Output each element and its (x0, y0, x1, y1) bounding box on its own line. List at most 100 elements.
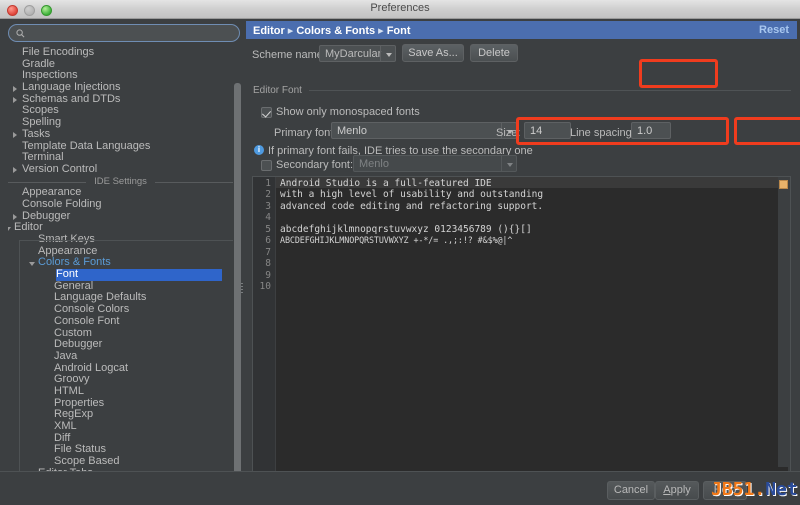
chevron-right-icon[interactable] (13, 97, 17, 104)
sidebar-item-console-folding[interactable]: Console Folding (8, 197, 233, 211)
sidebar-item-android-logcat[interactable]: Android Logcat (8, 362, 233, 375)
sidebar-item-label: Template Data Languages (22, 139, 151, 152)
sidebar-item-label: Language Injections (22, 81, 121, 94)
watermark-part2: Net (765, 479, 798, 500)
sidebar-item-font[interactable]: Font (56, 268, 222, 281)
chevron-right-icon[interactable] (13, 214, 17, 221)
sidebar-item-xml[interactable]: XML (8, 420, 233, 433)
sidebar-item-tasks[interactable]: Tasks (8, 127, 233, 141)
line-spacing-input[interactable]: 1.0 (631, 122, 671, 139)
window-titlebar: Preferences (0, 0, 800, 19)
sidebar-item-diff[interactable]: Diff (8, 432, 233, 445)
dialog-footer: Cancel Apply Help (0, 471, 800, 505)
marker-chip-icon[interactable] (779, 180, 788, 189)
line-number: 9 (265, 269, 271, 281)
font-size-input[interactable]: 14 (524, 122, 571, 139)
preview-line: abcdefghijklmnopqrstuvwxyz 0123456789 ()… (280, 223, 532, 235)
watermark-part1: JB51. (711, 479, 766, 500)
sidebar-item-colors-fonts[interactable]: Colors & Fonts (8, 257, 233, 269)
watermark: JB51.Net (711, 479, 798, 500)
scheme-dropdown-button[interactable] (380, 46, 395, 61)
group-divider (309, 90, 791, 91)
sidebar-item-scope-based[interactable]: Scope Based (8, 455, 233, 468)
sidebar-item-label: Terminal (22, 151, 64, 164)
chevron-right-icon[interactable] (13, 167, 17, 174)
show-monospaced-checkbox[interactable] (261, 107, 272, 118)
sidebar-item-properties[interactable]: Properties (8, 396, 233, 410)
sidebar-item-label: Version Control (22, 162, 98, 175)
preview-line: Android Studio is a full-featured IDE (280, 177, 492, 189)
secondary-font-checkbox[interactable] (261, 160, 272, 171)
primary-font-combobox[interactable]: Menlo (331, 122, 517, 139)
breadcrumb-crumb[interactable]: Editor (253, 25, 285, 37)
secondary-font-combobox[interactable]: Menlo (353, 155, 517, 172)
sidebar-item-console-colors[interactable]: Console Colors (8, 303, 233, 316)
sidebar-item-label: Java (54, 349, 78, 362)
sidebar-item-file-status[interactable]: File Status (8, 444, 233, 456)
tree-group-label: IDE Settings (89, 175, 152, 187)
sidebar-item-label: Inspections (22, 69, 78, 82)
line-number-gutter: 1 2 3 4 5 6 7 8 9 10 (253, 177, 275, 471)
sidebar-item-label: Scope Based (54, 455, 120, 468)
save-as-button[interactable]: Save As... (402, 44, 464, 62)
sidebar-item-custom[interactable]: Custom (8, 326, 233, 340)
annotation-box-save-as (639, 59, 718, 88)
sidebar-item-html[interactable]: HTML (8, 385, 233, 398)
line-spacing-value: 1.0 (637, 125, 653, 137)
sidebar-item-console-font[interactable]: Console Font (8, 315, 233, 328)
chevron-down-icon (386, 53, 392, 57)
sidebar-item-language-injections[interactable]: Language Injections (8, 81, 233, 94)
sidebar-item-label: Custom (54, 326, 92, 339)
sidebar-item-regexp[interactable]: RegExp (8, 408, 233, 421)
sidebar-item-label: General (54, 279, 94, 292)
sidebar-item-label: Scopes (22, 104, 59, 117)
search-box[interactable] (8, 24, 240, 42)
breadcrumb-crumb[interactable]: Font (387, 25, 411, 37)
breadcrumb-separator-icon: ▸ (287, 25, 294, 37)
cancel-button[interactable]: Cancel (607, 481, 655, 500)
breadcrumb-separator-icon: ▸ (378, 25, 384, 37)
sidebar-item-label: RegExp (54, 408, 94, 421)
sidebar-item-label: Console Folding (22, 197, 102, 210)
search-input[interactable] (30, 27, 230, 41)
search-icon (16, 29, 25, 38)
preview-line: advanced code editing and refactoring su… (280, 200, 544, 212)
sidebar-item-version-control[interactable]: Version Control (8, 162, 233, 176)
secondary-font-dropdown-button[interactable] (501, 156, 516, 171)
sidebar-item-smart-keys[interactable]: Smart Keys (8, 233, 233, 246)
font-preview-editor[interactable]: 1 2 3 4 5 6 7 8 9 10 Android Studio is a full-fea… (252, 176, 791, 472)
breadcrumb-crumb[interactable]: Colors & Fonts (296, 25, 375, 37)
settings-tree[interactable]: File Encodings Gradle Inspections Language … (8, 47, 233, 487)
sidebar-item-label: Debugger (54, 338, 103, 351)
sidebar-item-file-encodings[interactable]: File Encodings (8, 47, 233, 59)
sidebar-item-label: Debugger (22, 209, 71, 222)
info-icon: i (254, 145, 264, 155)
scheme-name-combobox[interactable]: MyDarcular (319, 45, 396, 62)
reset-link[interactable]: Reset (759, 24, 789, 36)
preview-line: with a high level of usability and outst… (280, 189, 544, 200)
sidebar-item-label: Properties (54, 396, 105, 409)
sidebar-item-label: File Encodings (22, 47, 95, 58)
settings-tree-group-ide: Appearance Console Folding Debugger Editor S… (8, 186, 233, 479)
marker-gutter[interactable] (778, 177, 790, 471)
sidebar-scrollbar-thumb[interactable] (234, 83, 241, 483)
chevron-right-icon[interactable] (13, 85, 17, 92)
chevron-down-icon[interactable] (8, 226, 11, 231)
apply-button[interactable]: Apply (655, 481, 699, 500)
line-number: 4 (265, 212, 271, 223)
sidebar-item-java[interactable]: Java (8, 349, 233, 363)
show-monospaced-label[interactable]: Show only monospaced fonts (276, 106, 420, 118)
primary-font-label: Primary font: (274, 127, 337, 139)
primary-font-value: Menlo (337, 125, 367, 137)
sidebar-item-label: Tasks (22, 127, 51, 140)
chevron-down-icon[interactable] (29, 261, 35, 266)
delete-button[interactable]: Delete (470, 44, 518, 62)
sidebar-item-label: Spelling (22, 116, 62, 129)
sidebar-item-debugger[interactable]: Debugger (8, 338, 233, 351)
sidebar-item-groovy[interactable]: Groovy (8, 373, 233, 386)
font-size-label: Size: (496, 127, 521, 139)
chevron-right-icon[interactable] (13, 132, 17, 139)
sidebar-item-label: Editor (14, 221, 43, 234)
preferences-window: Preferences File Encodings Gradle Inspecti… (0, 0, 800, 505)
breadcrumb-bar: Editor ▸ Colors & Fonts ▸ Font Reset (246, 21, 797, 39)
